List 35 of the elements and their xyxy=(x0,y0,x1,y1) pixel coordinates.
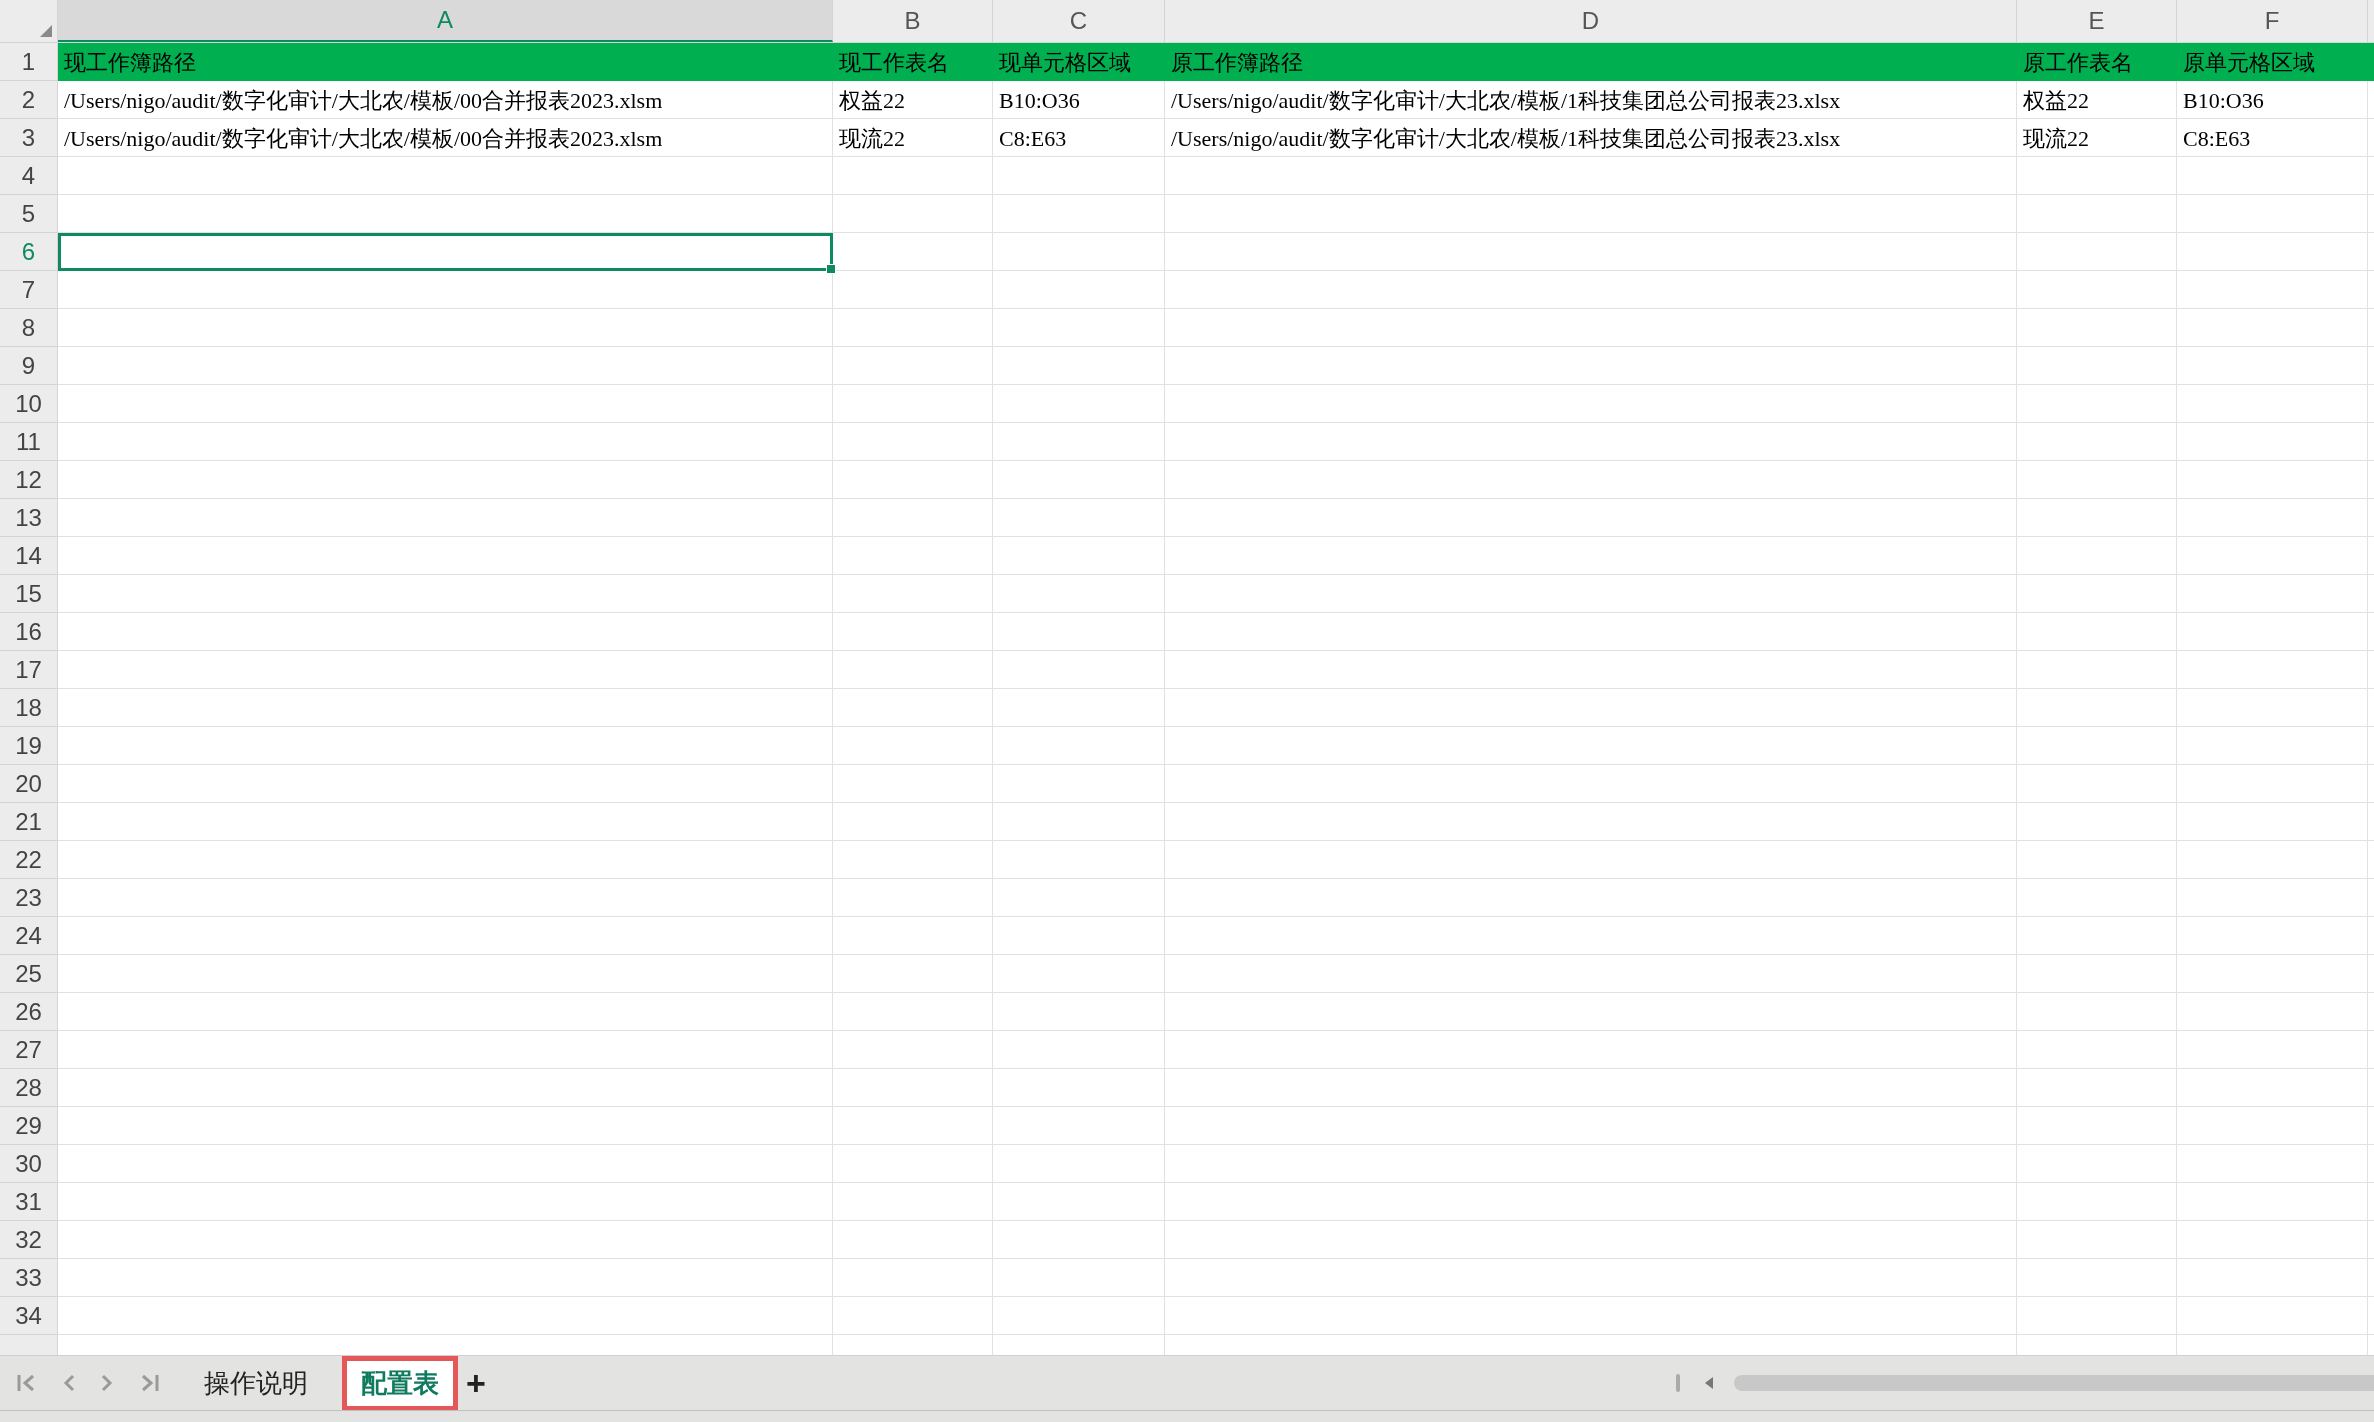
header-cell-text: 原工作簿路径 xyxy=(1170,48,1304,77)
add-sheet-button[interactable]: + xyxy=(466,1366,486,1400)
column-header[interactable]: D xyxy=(1165,0,2017,42)
header-cell-text: 现工作簿路径 xyxy=(63,48,197,77)
table-cell-text: 现流22 xyxy=(2022,124,2090,153)
table-cell-text: 权益22 xyxy=(2022,86,2090,115)
table-cell-text: 现流22 xyxy=(838,124,906,153)
table-cell-text: 权益22 xyxy=(838,86,906,115)
header-cell-text: 现工作表名 xyxy=(838,48,950,77)
column-header[interactable]: B xyxy=(833,0,993,42)
column-header[interactable]: F xyxy=(2177,0,2368,42)
horizontal-scrollbar[interactable] xyxy=(1734,1375,2374,1391)
row-header[interactable]: 1 xyxy=(0,43,58,81)
column-header[interactable]: E xyxy=(2017,0,2177,42)
header-cell-text: 原工作表名 xyxy=(2022,48,2134,77)
table-cell-text: /Users/nigo/audit/数字化审计/大北农/模板/00合并报表2023.xlsm xyxy=(63,86,664,115)
next-sheet-icon[interactable] xyxy=(100,1373,114,1393)
header-cell-text: 原单元格区域 xyxy=(2182,48,2316,77)
table-cell-text: /Users/nigo/audit/数字化审计/大北农/模板/1科技集团总公司报表23.xlsx xyxy=(1170,124,1842,153)
header-cell-text: 现单元格区域 xyxy=(998,48,1132,77)
table-cell-text: C8:E63 xyxy=(2182,124,2252,153)
select-all-icon[interactable] xyxy=(39,24,53,38)
sheet-tab[interactable]: 配置表 xyxy=(342,1355,458,1411)
sheet-tab[interactable]: 操作说明 xyxy=(190,1355,322,1411)
table-cell-text: B10:O36 xyxy=(998,86,1081,115)
scrollbar-divider[interactable] xyxy=(1676,1374,1680,1392)
table-cell-text: B10:O36 xyxy=(2182,86,2265,115)
previous-sheet-icon[interactable] xyxy=(62,1373,76,1393)
scroll-left-icon[interactable] xyxy=(1704,1376,1714,1390)
table-cell-text: C8:E63 xyxy=(998,124,1068,153)
table-cell-text: /Users/nigo/audit/数字化审计/大北农/模板/1科技集团总公司报表23.xlsx xyxy=(1170,86,1842,115)
fill-handle[interactable] xyxy=(826,264,836,274)
table-cell-text: /Users/nigo/audit/数字化审计/大北农/模板/00合并报表2023.xlsm xyxy=(63,124,664,153)
column-header[interactable]: C xyxy=(993,0,1165,42)
active-cell[interactable] xyxy=(58,233,833,271)
